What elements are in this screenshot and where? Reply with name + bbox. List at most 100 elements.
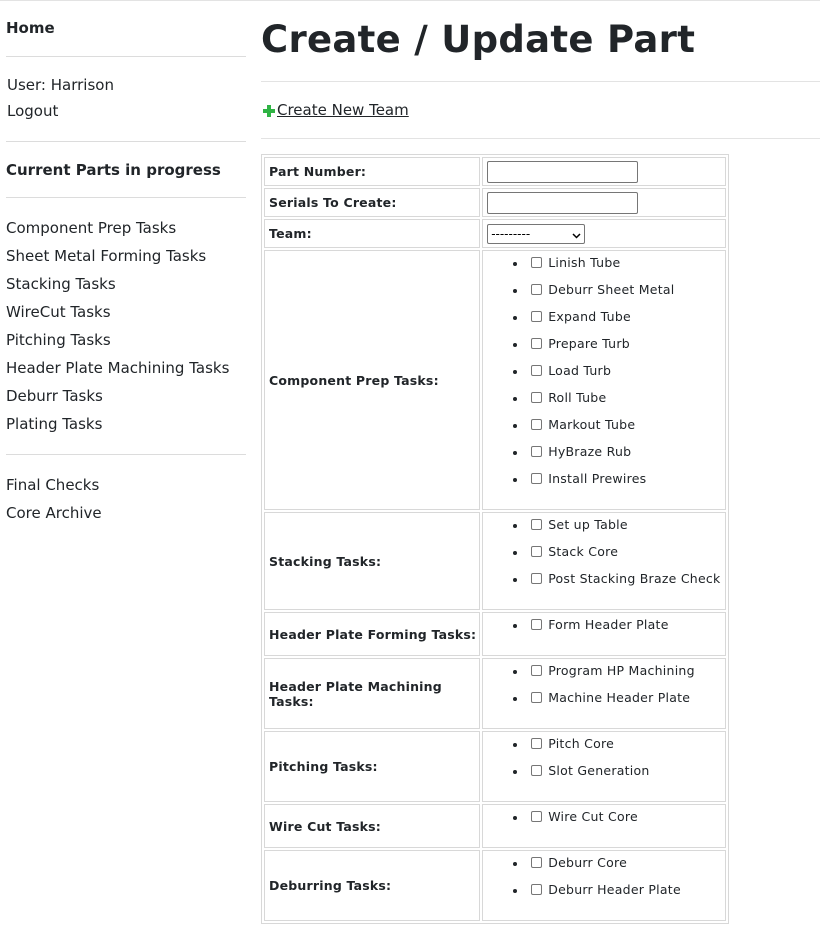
sidebar-item-component-prep[interactable]: Component Prep Tasks xyxy=(6,219,176,237)
list-item: Program HP Machining xyxy=(528,663,725,690)
task-checkbox[interactable] xyxy=(531,665,543,676)
task-label: Prepare Turb xyxy=(548,336,630,351)
hp-machining-cell: Program HP Machining Machine Header Plat… xyxy=(482,658,726,729)
task-label: Set up Table xyxy=(548,517,628,532)
task-checkbox[interactable] xyxy=(531,284,543,295)
team-select[interactable]: --------- xyxy=(487,223,586,244)
list-item: Pitch Core xyxy=(528,736,725,763)
task-checkbox[interactable] xyxy=(531,473,543,484)
hp-forming-cell: Form Header Plate xyxy=(482,612,726,656)
list-item: Post Stacking Braze Check xyxy=(528,571,725,598)
task-checkbox[interactable] xyxy=(531,811,543,822)
form-row-part-number: Part Number: xyxy=(264,157,726,186)
pitching-task-list: Pitch Core Slot Generation xyxy=(487,732,725,790)
page-title: Create / Update Part xyxy=(261,18,696,61)
hp-machining-task-list: Program HP Machining Machine Header Plat… xyxy=(487,659,725,717)
sidebar-item-stacking[interactable]: Stacking Tasks xyxy=(6,275,116,293)
list-item: Machine Header Plate xyxy=(528,690,725,717)
task-label: HyBraze Rub xyxy=(548,444,632,459)
sidebar-item-sheet-metal-forming[interactable]: Sheet Metal Forming Tasks xyxy=(6,247,206,265)
serials-input[interactable] xyxy=(487,192,639,214)
task-label: Roll Tube xyxy=(548,390,607,405)
form-row-wirecut: Wire Cut Tasks: Wire Cut Core xyxy=(264,804,726,848)
hp-machining-label: Header Plate Machining Tasks: xyxy=(264,658,481,729)
sidebar-item-final-checks[interactable]: Final Checks xyxy=(6,476,99,494)
sidebar-divider xyxy=(6,454,246,455)
hp-forming-task-list: Form Header Plate xyxy=(487,613,725,644)
task-checkbox[interactable] xyxy=(531,857,543,868)
serials-label: Serials To Create: xyxy=(264,188,481,217)
task-label: Deburr Sheet Metal xyxy=(548,282,675,297)
sidebar-home-link[interactable]: Home xyxy=(6,19,55,37)
form-row-deburring: Deburring Tasks: Deburr Core Deburr Head… xyxy=(264,850,726,921)
task-checkbox[interactable] xyxy=(531,311,543,322)
list-item: HyBraze Rub xyxy=(528,444,725,471)
pitching-cell: Pitch Core Slot Generation xyxy=(482,731,726,802)
team-select-value: --------- xyxy=(491,226,531,241)
deburring-cell: Deburr Core Deburr Header Plate xyxy=(482,850,726,921)
sidebar-current-parts-link[interactable]: Current Parts in progress xyxy=(6,161,221,179)
task-checkbox[interactable] xyxy=(531,884,543,895)
task-checkbox[interactable] xyxy=(531,338,543,349)
title-divider xyxy=(261,81,820,82)
sidebar-logout-link[interactable]: Logout xyxy=(7,102,58,120)
task-checkbox[interactable] xyxy=(531,446,543,457)
list-item: Deburr Core xyxy=(528,855,725,882)
sidebar-item-wirecut[interactable]: WireCut Tasks xyxy=(6,303,111,321)
task-checkbox[interactable] xyxy=(531,419,543,430)
list-item: Prepare Turb xyxy=(528,336,725,363)
list-item: Slot Generation xyxy=(528,763,725,790)
list-item: Deburr Sheet Metal xyxy=(528,282,725,309)
form-row-team: Team: --------- xyxy=(264,219,726,248)
form-row-stacking: Stacking Tasks: Set up Table Stack Core … xyxy=(264,512,726,610)
task-checkbox[interactable] xyxy=(531,365,543,376)
task-label: Stack Core xyxy=(548,544,619,559)
sidebar-item-deburr[interactable]: Deburr Tasks xyxy=(6,387,103,405)
create-new-team-label: Create New Team xyxy=(277,101,409,119)
list-item: Linish Tube xyxy=(528,255,725,282)
task-label: Deburr Core xyxy=(548,855,628,870)
list-item: Form Header Plate xyxy=(528,617,725,644)
sidebar-user-label: User: Harrison xyxy=(7,76,114,94)
task-label: Expand Tube xyxy=(548,309,631,324)
task-label: Deburr Header Plate xyxy=(548,882,681,897)
wirecut-label: Wire Cut Tasks: xyxy=(264,804,481,848)
form-row-component-prep: Component Prep Tasks: Linish Tube Deburr… xyxy=(264,250,726,510)
sidebar-divider xyxy=(6,141,246,142)
task-checkbox[interactable] xyxy=(531,619,543,630)
deburring-task-list: Deburr Core Deburr Header Plate xyxy=(487,851,725,909)
list-item: Expand Tube xyxy=(528,309,725,336)
task-checkbox[interactable] xyxy=(531,765,543,776)
task-checkbox[interactable] xyxy=(531,519,543,530)
part-number-cell xyxy=(482,157,726,186)
hp-forming-label: Header Plate Forming Tasks: xyxy=(264,612,481,656)
task-label: Wire Cut Core xyxy=(548,809,638,824)
sidebar-item-core-archive[interactable]: Core Archive xyxy=(6,504,102,522)
task-label: Linish Tube xyxy=(548,255,621,270)
stacking-task-list: Set up Table Stack Core Post Stacking Br… xyxy=(487,513,725,598)
sidebar-item-pitching[interactable]: Pitching Tasks xyxy=(6,331,111,349)
task-checkbox[interactable] xyxy=(531,738,543,749)
section-divider xyxy=(261,138,820,139)
task-checkbox[interactable] xyxy=(531,392,543,403)
sidebar-divider xyxy=(6,197,246,198)
list-item: Load Turb xyxy=(528,363,725,390)
task-checkbox[interactable] xyxy=(531,573,543,584)
team-label: Team: xyxy=(264,219,481,248)
create-new-team-link[interactable]: Create New Team xyxy=(262,101,409,119)
sidebar-item-header-plate-machining[interactable]: Header Plate Machining Tasks xyxy=(6,359,229,377)
task-label: Slot Generation xyxy=(548,763,650,778)
list-item: Set up Table xyxy=(528,517,725,544)
task-checkbox[interactable] xyxy=(531,257,543,268)
form-row-hp-machining: Header Plate Machining Tasks: Program HP… xyxy=(264,658,726,729)
wirecut-task-list: Wire Cut Core xyxy=(487,805,725,836)
part-form-table: Part Number: Serials To Create: Team: --… xyxy=(261,154,729,924)
list-item: Markout Tube xyxy=(528,417,725,444)
list-item: Roll Tube xyxy=(528,390,725,417)
part-number-input[interactable] xyxy=(487,161,639,183)
deburring-label: Deburring Tasks: xyxy=(264,850,481,921)
task-checkbox[interactable] xyxy=(531,692,543,703)
sidebar-item-plating[interactable]: Plating Tasks xyxy=(6,415,102,433)
stacking-label: Stacking Tasks: xyxy=(264,512,481,610)
task-checkbox[interactable] xyxy=(531,546,543,557)
